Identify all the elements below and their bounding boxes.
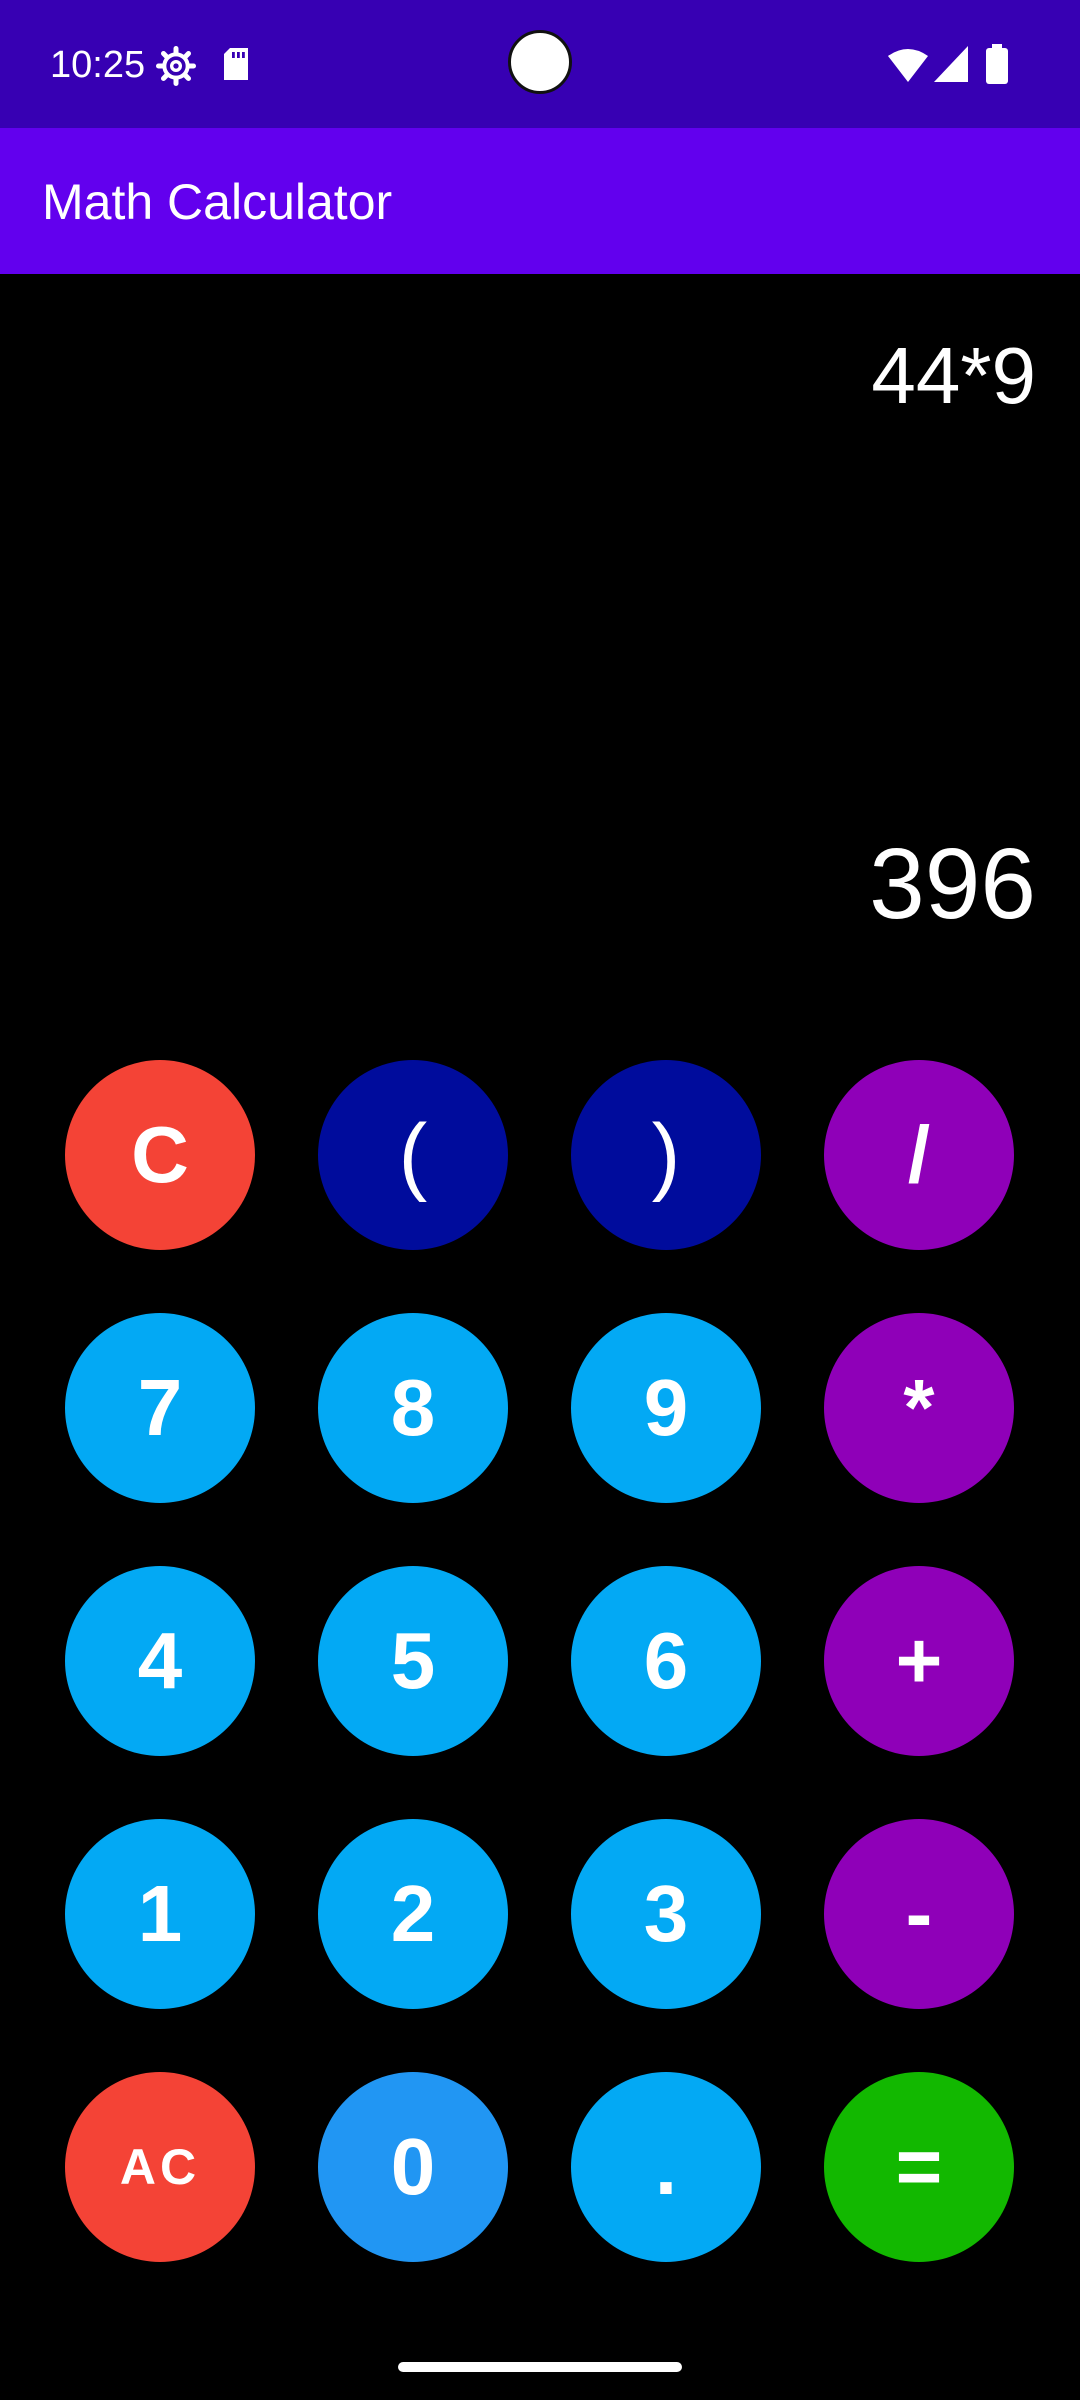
digit-5-button[interactable]: 5 (318, 1566, 508, 1756)
digit-2-button[interactable]: 2 (318, 1819, 508, 2009)
close-paren-button[interactable]: ) (571, 1060, 761, 1250)
status-time: 10:25 (50, 44, 146, 86)
expression-display: 44*9 (871, 331, 1036, 420)
sd-card-icon (224, 48, 248, 80)
status-bar: 10:25 (0, 0, 1080, 128)
camera-cutout (508, 30, 572, 94)
equals-button[interactable]: = (824, 2072, 1014, 2262)
calculator-screen: 10:25 Math Calculator 44*9 396 C () / 7… (0, 0, 1080, 2400)
gear-icon (156, 46, 196, 86)
digit-8-button[interactable]: 8 (318, 1313, 508, 1503)
digit-0-button[interactable]: 0 (318, 2072, 508, 2262)
open-paren-button[interactable]: ( (318, 1060, 508, 1250)
digit-7-button[interactable]: 7 (65, 1313, 255, 1503)
subtract-button[interactable]: - (824, 1819, 1014, 2009)
app-bar: Math Calculator (0, 128, 1080, 274)
app-title: Math Calculator (42, 174, 393, 230)
multiply-button[interactable]: * (824, 1313, 1014, 1503)
digit-6-button[interactable]: 6 (571, 1566, 761, 1756)
digit-9-button[interactable]: 9 (571, 1313, 761, 1503)
all-clear-button[interactable]: AC (65, 2072, 255, 2262)
wifi-icon (888, 49, 928, 82)
digit-3-button[interactable]: 3 (571, 1819, 761, 2009)
signal-icon (934, 46, 968, 82)
home-indicator[interactable] (398, 2362, 682, 2372)
digit-4-button[interactable]: 4 (65, 1566, 255, 1756)
battery-icon (986, 44, 1008, 84)
result-display: 396 (869, 828, 1036, 940)
digit-1-button[interactable]: 1 (65, 1819, 255, 2009)
decimal-button[interactable]: . (571, 2072, 761, 2262)
divide-button[interactable]: / (824, 1060, 1014, 1250)
clear-button[interactable]: C (65, 1060, 255, 1250)
add-button[interactable]: + (824, 1566, 1014, 1756)
